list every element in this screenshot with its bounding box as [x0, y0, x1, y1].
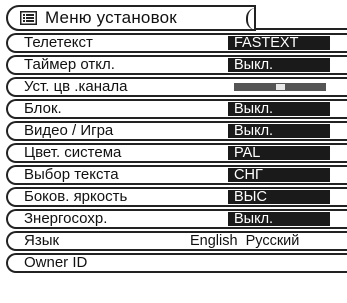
menu-item-value[interactable]: Выкл. [228, 102, 330, 116]
menu-item-label: Таймер откл. [24, 56, 115, 74]
menu-item-label: Цвет. система [24, 144, 122, 162]
menu-item-value[interactable]: ВЫС [228, 190, 330, 204]
language-option-russian[interactable]: Русский [246, 233, 300, 249]
menu-item-label: Выбор текста [24, 166, 119, 184]
menu-item-color-system[interactable]: Цвет. система PAL [6, 143, 347, 163]
menu-item-video-game[interactable]: Видео / Игра Выкл. [6, 121, 347, 141]
menu-item-sleep-timer[interactable]: Таймер откл. Выкл. [6, 55, 347, 75]
menu-item-label: Уст. цв .канала [24, 78, 128, 96]
settings-menu: Телетекст FASTEXT Таймер откл. Выкл. Уст… [6, 33, 347, 275]
menu-item-text-select[interactable]: Выбор текста СНГ [6, 165, 347, 185]
menu-item-value[interactable]: Выкл. [228, 124, 330, 138]
menu-item-value[interactable]: СНГ [228, 168, 330, 182]
menu-icon [20, 11, 37, 25]
title-divider-line [254, 28, 347, 30]
menu-item-value[interactable]: PAL [228, 146, 330, 160]
menu-item-power-save[interactable]: Знергосохр. Выкл. [6, 209, 347, 229]
menu-item-side-brightness[interactable]: Боков. яркость ВЫС [6, 187, 347, 207]
menu-title: Меню установок [45, 8, 177, 27]
menu-item-label: Блок. [24, 100, 62, 118]
language-options: English Русский [190, 233, 299, 249]
menu-item-value[interactable]: Выкл. [228, 212, 330, 226]
menu-item-channel-color[interactable]: Уст. цв .канала [6, 77, 347, 97]
menu-item-label: Боков. яркость [24, 188, 128, 206]
menu-title-tab: Меню установок [6, 5, 256, 31]
menu-item-owner-id[interactable]: Owner ID [6, 253, 347, 273]
menu-item-label: Owner ID [24, 254, 88, 272]
menu-item-language[interactable]: Язык English Русский [6, 231, 347, 251]
slider-knob[interactable] [276, 84, 285, 90]
menu-item-lock[interactable]: Блок. Выкл. [6, 99, 347, 119]
language-option-english[interactable]: English [190, 233, 238, 249]
menu-item-value[interactable]: FASTEXT [228, 36, 330, 50]
menu-item-label: Язык [24, 232, 60, 250]
menu-item-teletext[interactable]: Телетекст FASTEXT [6, 33, 347, 53]
channel-color-slider[interactable] [234, 83, 326, 91]
menu-item-label: Знергосохр. [24, 210, 108, 228]
menu-item-label: Видео / Игра [24, 122, 114, 140]
menu-item-value[interactable]: Выкл. [228, 58, 330, 72]
menu-item-label: Телетекст [24, 34, 93, 52]
